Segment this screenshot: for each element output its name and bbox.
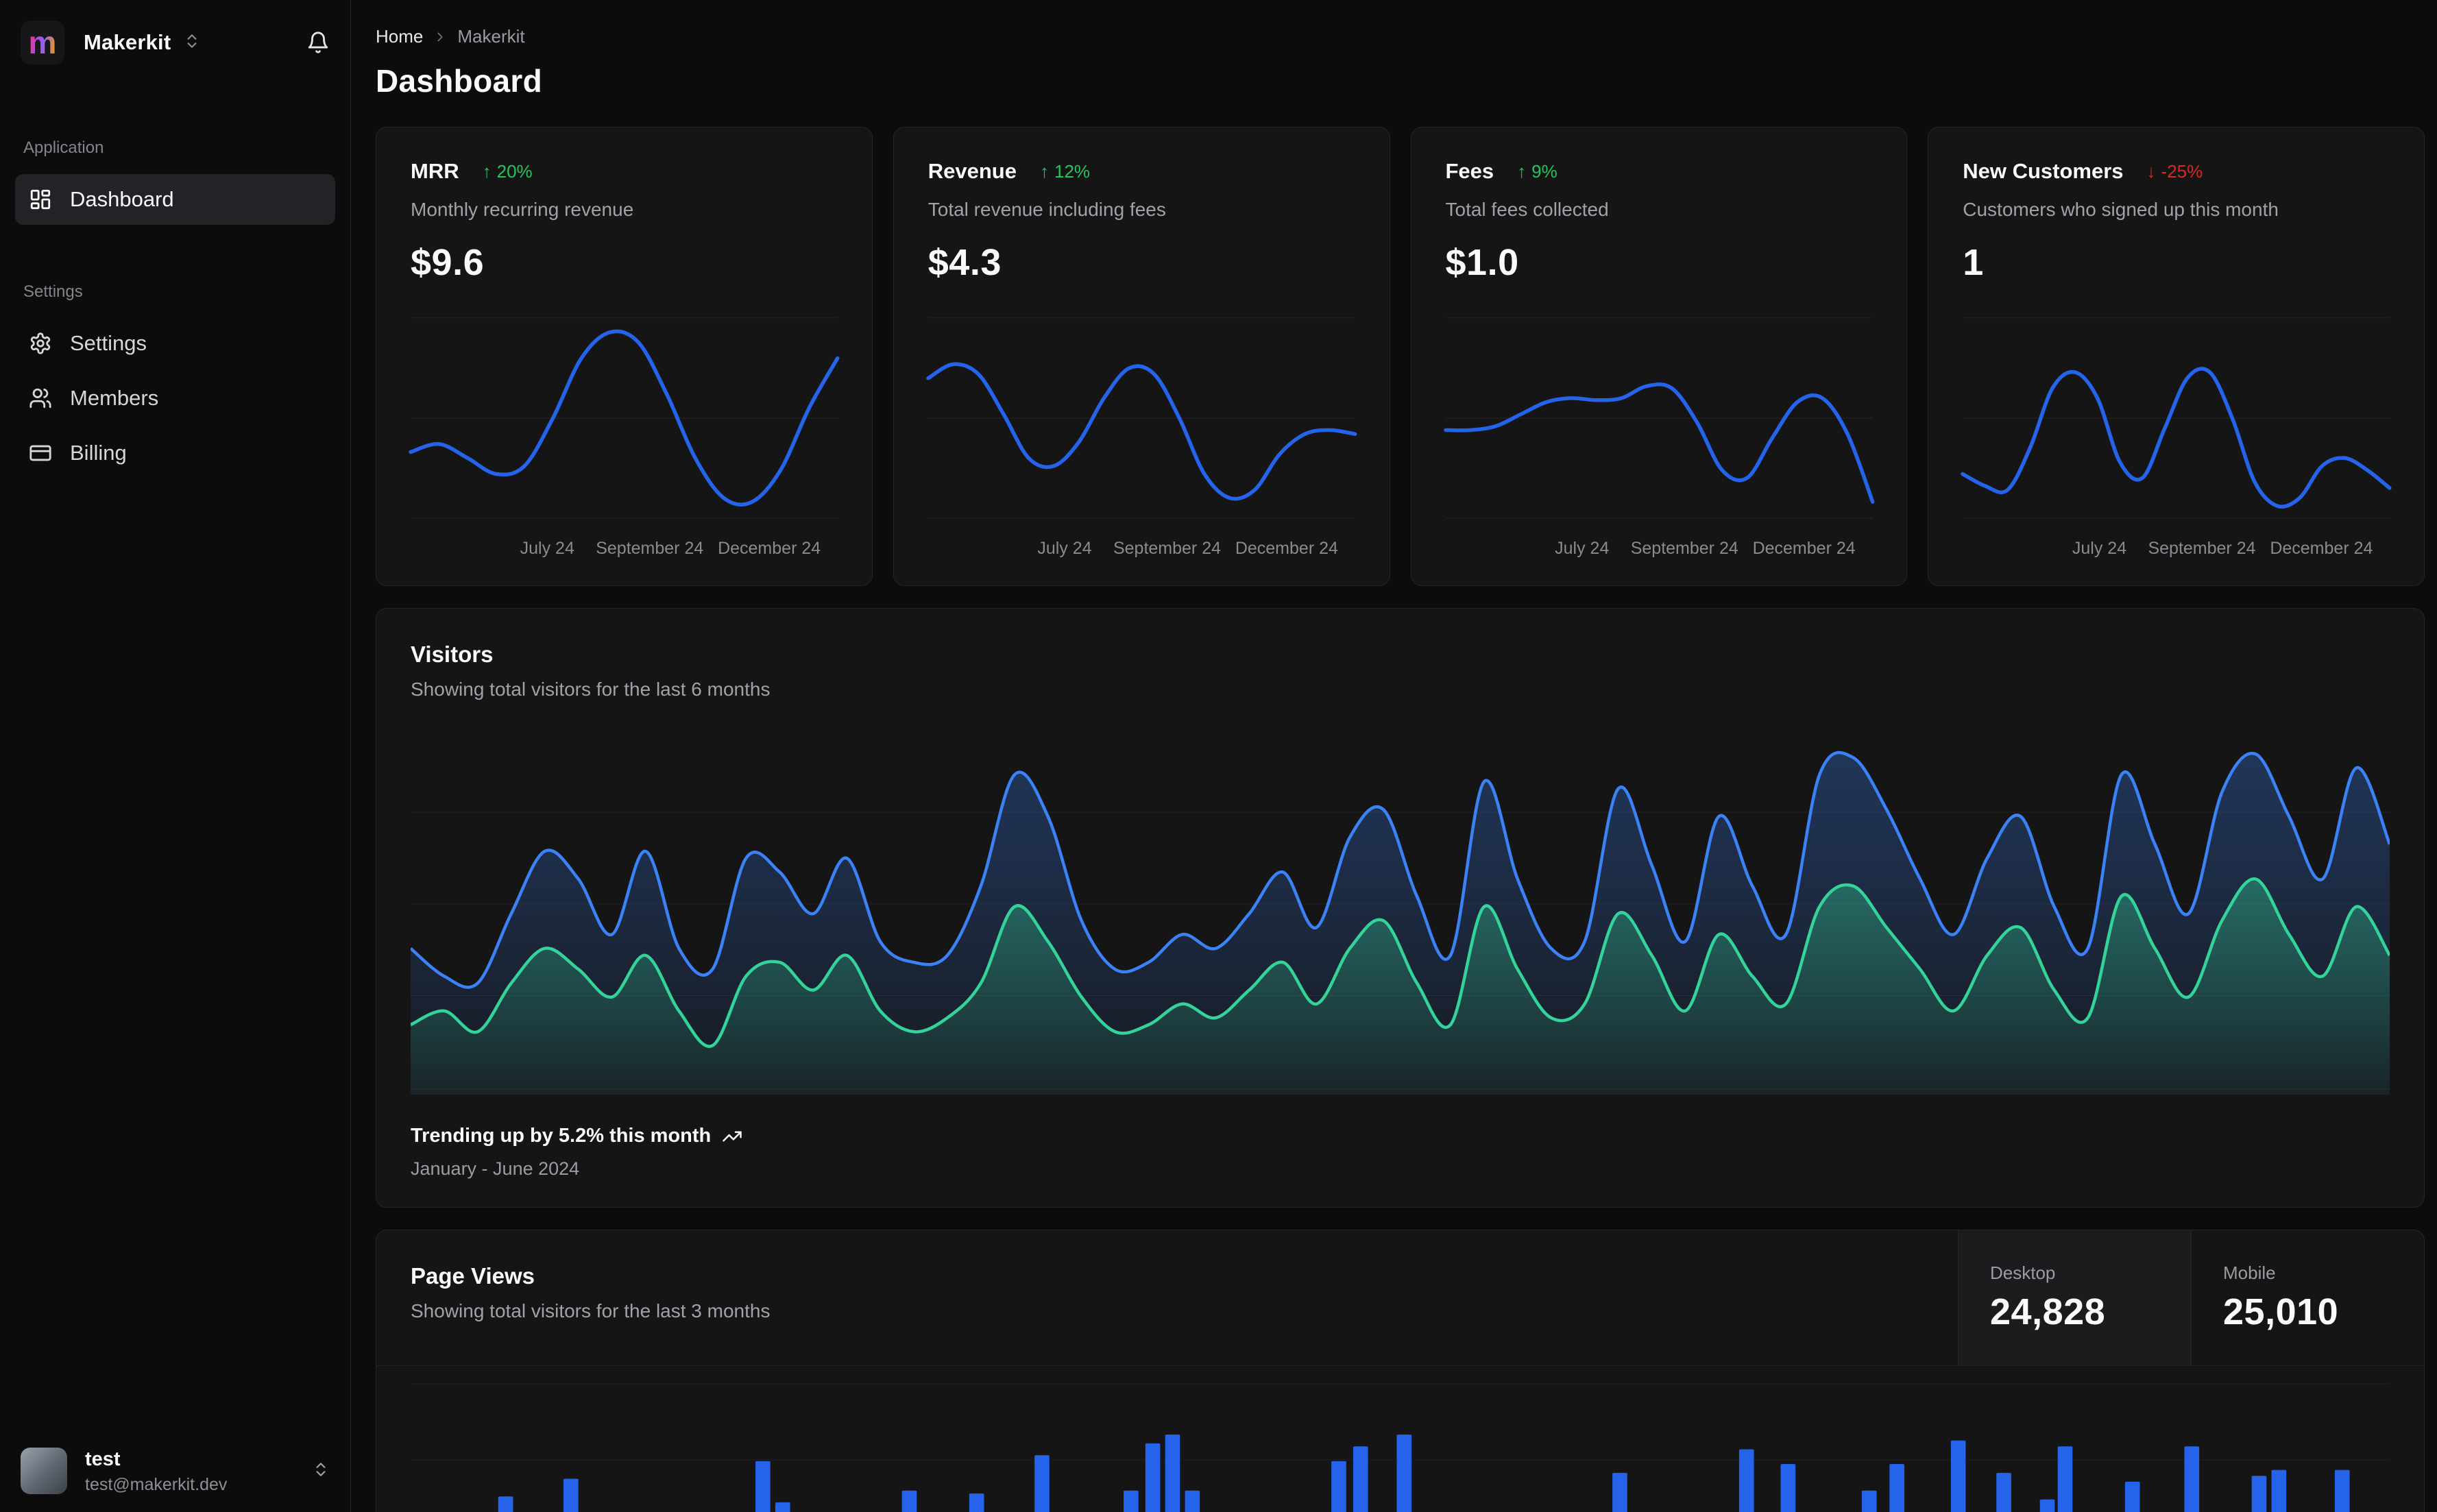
stat-card-revenue: Revenue ↑ 12% Total revenue including fe…: [893, 127, 1390, 586]
trend-badge: ↑ 12%: [1039, 160, 1091, 182]
credit-card-icon: [29, 445, 51, 461]
sparkline-x-labels: July 24 September 24 December 24: [520, 539, 821, 558]
stat-title: Fees: [1445, 159, 1494, 183]
stat-cards-row: MRR ↑ 20% Monthly recurring revenue $9.6…: [376, 127, 2425, 586]
sparkline-chart-fees: [1446, 304, 1873, 532]
gear-icon: [30, 332, 51, 354]
user-email: test@makerkit.dev: [85, 1474, 228, 1494]
trend-badge: ↑ 20%: [482, 160, 533, 182]
stat-description: Monthly recurring revenue: [411, 199, 634, 220]
trend-badge: ↑ 9%: [1517, 160, 1557, 182]
arrow-down-icon: ↓: [2146, 160, 2156, 182]
visitors-date-range: January - June 2024: [411, 1158, 580, 1179]
page-views-card: Page Views Showing total visitors for th…: [376, 1230, 2425, 1512]
page-views-title: Page Views: [411, 1263, 535, 1289]
toggle-mobile[interactable]: Mobile 25,010: [2191, 1230, 2424, 1365]
sidebar-item-billing[interactable]: Billing: [15, 428, 335, 478]
trend-badge: ↓ -25%: [2146, 160, 2203, 182]
dashboard-grid-icon: [30, 189, 51, 210]
sparkline-x-labels: July 24 September 24 December 24: [1555, 539, 1856, 558]
stat-card-fees: Fees ↑ 9% Total fees collected $1.0 July…: [1410, 127, 1908, 586]
sidebar: m Makerkit Application Dashboard Setting…: [0, 0, 351, 1512]
stat-description: Total fees collected: [1445, 199, 1609, 220]
sparkline-chart-revenue: [928, 304, 1355, 532]
sidebar-item-settings[interactable]: Settings: [15, 318, 335, 369]
workspace-switcher-icon[interactable]: [183, 32, 201, 53]
trending-up-icon: [723, 1131, 742, 1141]
arrow-up-icon: ↑: [1517, 160, 1527, 182]
chevron-right-icon: [433, 29, 448, 45]
arrow-up-icon: ↑: [482, 160, 492, 182]
sidebar-nav: Application Dashboard Settings Settings …: [0, 138, 350, 483]
visitors-card: Visitors Showing total visitors for the …: [376, 608, 2425, 1208]
visitors-title: Visitors: [411, 642, 494, 667]
sidebar-item-label: Dashboard: [70, 187, 174, 211]
stat-value: 1: [1963, 242, 1984, 283]
page-views-series-toggle: Desktop 24,828 Mobile 25,010: [1958, 1230, 2424, 1365]
user-menu[interactable]: test test@makerkit.dev: [0, 1447, 350, 1496]
user-name: test: [85, 1448, 121, 1470]
page-views-header: Page Views Showing total visitors for th…: [376, 1230, 2424, 1366]
sidebar-item-members[interactable]: Members: [15, 373, 335, 424]
sidebar-item-dashboard[interactable]: Dashboard: [15, 174, 335, 225]
sparkline-x-labels: July 24 September 24 December 24: [1037, 539, 1338, 558]
notifications-bell-icon[interactable]: [306, 31, 330, 54]
sidebar-item-label: Billing: [70, 441, 127, 465]
workspace-name[interactable]: Makerkit: [84, 30, 171, 55]
breadcrumb: Home Makerkit: [376, 26, 2425, 47]
page-title: Dashboard: [376, 63, 542, 99]
stat-card-new-customers: New Customers ↓ -25% Customers who signe…: [1928, 127, 2425, 586]
toggle-desktop[interactable]: Desktop 24,828: [1958, 1230, 2191, 1365]
stat-value: $9.6: [411, 242, 485, 283]
stat-title: MRR: [411, 159, 459, 183]
stat-description: Total revenue including fees: [927, 199, 1166, 220]
breadcrumb-current: Makerkit: [457, 26, 525, 47]
stat-card-mrr: MRR ↑ 20% Monthly recurring revenue $9.6…: [376, 127, 873, 586]
breadcrumb-home[interactable]: Home: [376, 26, 423, 47]
app-root: m Makerkit Application Dashboard Setting…: [0, 0, 2437, 1512]
sparkline-chart-mrr: [411, 304, 838, 532]
visitors-trending-text: Trending up by 5.2% this month: [411, 1125, 2390, 1147]
sparkline-x-labels: July 24 September 24 December 24: [2072, 539, 2373, 558]
arrow-up-icon: ↑: [1039, 160, 1049, 182]
visitors-subtitle: Showing total visitors for the last 6 mo…: [411, 679, 771, 700]
main-content: Home Makerkit Dashboard MRR ↑ 20% Monthl…: [351, 0, 2437, 1512]
workspace-row: m Makerkit: [0, 21, 350, 64]
page-views-subtitle: Showing total visitors for the last 3 mo…: [411, 1300, 771, 1321]
user-menu-caret-icon: [312, 1461, 330, 1482]
page-views-bar-chart: [411, 1376, 2390, 1512]
nav-section-label-settings: Settings: [23, 282, 83, 301]
visitors-area-chart: [411, 728, 2390, 1095]
nav-section-label-application: Application: [23, 138, 104, 157]
makerkit-logo[interactable]: m: [21, 21, 64, 64]
avatar: [21, 1448, 67, 1495]
sidebar-item-label: Members: [70, 386, 159, 410]
sidebar-item-label: Settings: [70, 331, 147, 355]
stat-description: Customers who signed up this month: [1963, 199, 2279, 220]
stat-value: $1.0: [1445, 242, 1519, 283]
stat-title: Revenue: [927, 159, 1017, 183]
sparkline-chart-customers: [1963, 304, 2390, 532]
stat-title: New Customers: [1963, 159, 2124, 183]
stat-value: $4.3: [927, 242, 1002, 283]
users-icon: [29, 388, 51, 409]
